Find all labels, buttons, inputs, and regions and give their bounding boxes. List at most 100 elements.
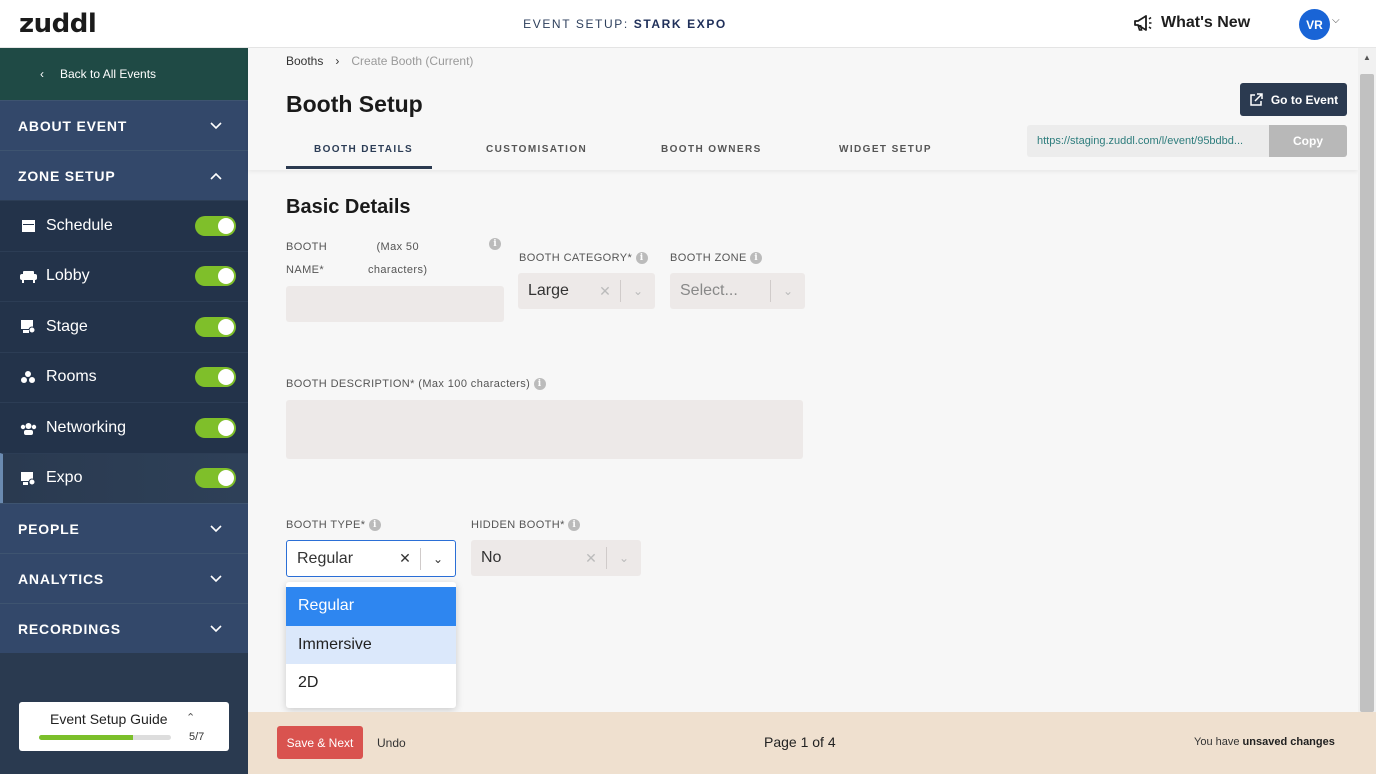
chevron-up-icon[interactable]: ⌃ [186,711,195,724]
back-to-all-events[interactable]: ‹ Back to All Events [0,48,248,100]
info-icon[interactable]: i [489,238,501,250]
booth-type-select[interactable]: Regular ✕ ⌄ [286,540,456,577]
sidebar-item-stage[interactable]: Stage [0,301,248,352]
sidebar-item-rooms[interactable]: Rooms [0,351,248,402]
user-avatar[interactable]: VR [1299,9,1330,40]
section-label: ZONE SETUP [18,167,116,184]
booth-name-label: BOOTH NAME* [286,236,327,282]
expo-toggle[interactable] [195,468,236,489]
breadcrumb-booths[interactable]: Booths [286,54,323,68]
sidebar-section-recordings[interactable]: RECORDINGS [0,603,248,653]
chevron-down-icon[interactable]: ⌄ [621,284,655,298]
sofa-icon [19,268,37,284]
active-tab-indicator [286,166,432,169]
option-regular[interactable]: Regular [286,587,456,626]
whats-new-button[interactable]: What's New [1133,14,1250,32]
booth-name-label-line1: BOOTH [286,241,328,253]
booth-zone-select[interactable]: Select... ⌄ [670,273,805,309]
info-icon[interactable]: i [368,519,381,532]
scroll-thumb[interactable] [1360,74,1374,712]
booth-type-menu: Regular Immersive 2D [286,582,456,708]
tab-booth-owners[interactable]: BOOTH OWNERS [661,144,762,155]
booth-name-label-line2: NAME* [286,264,325,276]
sidebar-section-about-event[interactable]: ABOUT EVENT [0,100,248,150]
info-icon[interactable]: i [750,252,763,265]
main-content: Booths › Create Booth (Current) Booth Se… [248,48,1376,712]
booth-type-label: BOOTH TYPE* i [286,514,381,537]
booth-category-select[interactable]: Large ✕ ⌄ [518,273,655,309]
unsaved-prefix: You have [1194,736,1240,748]
chevron-down-icon[interactable]: ⌄ [771,284,805,298]
chevron-down-icon[interactable]: ⌄ [421,552,455,566]
page-title: Booth Setup [286,91,423,117]
sidebar-item-schedule[interactable]: Schedule [0,200,248,251]
info-icon[interactable]: i [635,252,648,265]
footer-bar: Save & Next Undo Page 1 of 4 You have un… [248,712,1376,774]
booth-name-input[interactable] [286,286,504,322]
section-label: ABOUT EVENT [18,117,128,134]
event-setup-guide[interactable]: Event Setup Guide ⌃ 5/7 [19,702,229,751]
info-icon[interactable]: i [533,378,546,391]
booth-category-label-text: BOOTH CATEGORY* [519,252,633,264]
networking-toggle[interactable] [195,417,236,438]
breadcrumb-current: Create Booth (Current) [351,54,474,68]
option-immersive[interactable]: Immersive [286,625,456,664]
main-scrollbar[interactable]: ▲ [1358,48,1376,712]
tab-booth-details[interactable]: BOOTH DETAILS [314,144,413,155]
chevron-down-icon [210,574,222,582]
sidebar-item-networking[interactable]: Networking [0,402,248,453]
go-to-event-label: Go to Event [1270,92,1339,107]
top-bar: zuddl EVENT SETUP: STARK EXPO What's New… [0,0,1376,48]
booth-description-label: BOOTH DESCRIPTION* (Max 100 characters) … [286,373,546,396]
guide-progress-fill [39,735,134,740]
external-link-icon [1250,92,1263,106]
go-to-event-button[interactable]: Go to Event [1240,83,1347,116]
undo-button[interactable]: Undo [377,736,406,750]
chevron-down-icon [210,524,222,532]
sidebar-section-analytics[interactable]: ANALYTICS [0,553,248,603]
info-icon[interactable]: i [568,519,581,532]
clear-icon[interactable]: ✕ [576,550,606,567]
clear-icon[interactable]: ✕ [390,550,420,567]
breadcrumb: Booths › Create Booth (Current) [286,54,473,68]
clear-icon[interactable]: ✕ [590,283,620,300]
guide-title: Event Setup Guide [50,711,168,727]
stage-toggle[interactable] [195,316,236,337]
event-url-field[interactable]: https://staging.zuddl.com/l/event/95bdbd… [1027,125,1269,157]
hidden-booth-value: No [481,549,502,566]
booth-description-input[interactable] [286,400,803,459]
tab-widget-setup[interactable]: WIDGET SETUP [839,144,932,155]
page-indicator: Page 1 of 4 [764,734,836,750]
chevron-up-icon [210,172,222,180]
booth-description-label-text: BOOTH DESCRIPTION* (Max 100 characters) [286,378,531,390]
booth-type-label-text: BOOTH TYPE* [286,519,366,531]
booth-type-value: Regular [297,549,354,567]
sidebar-section-zone-setup[interactable]: ZONE SETUP [0,150,248,200]
page-header: Booths › Create Booth (Current) Booth Se… [248,48,1358,170]
sidebar-section-people[interactable]: PEOPLE [0,503,248,553]
booth-category-label: BOOTH CATEGORY* i [519,247,648,270]
option-2d[interactable]: 2D [286,664,456,703]
copy-url-button[interactable]: Copy [1269,125,1347,157]
hidden-booth-select[interactable]: No ✕ ⌄ [471,540,641,576]
booth-category-value: Large [528,282,569,299]
event-setup-title: EVENT SETUP: STARK EXPO [0,17,1250,31]
unsaved-bold: unsaved changes [1242,736,1335,748]
sidebar-item-lobby[interactable]: Lobby [0,250,248,301]
whats-new-label: What's New [1161,14,1251,31]
sidebar-item-label: Expo [46,469,83,487]
chevron-down-icon[interactable]: ⌵ [1332,15,1340,26]
rooms-icon [19,369,37,385]
schedule-toggle[interactable] [195,215,236,236]
rooms-toggle[interactable] [195,367,236,388]
chevron-right-icon: › [335,54,340,68]
sidebar: ‹ Back to All Events ABOUT EVENT ZONE SE… [0,48,248,774]
sidebar-item-label: Stage [46,317,88,335]
sidebar-item-label: Schedule [46,216,113,234]
chevron-down-icon[interactable]: ⌄ [607,551,641,565]
tab-customisation[interactable]: CUSTOMISATION [486,144,587,155]
lobby-toggle[interactable] [195,266,236,287]
scroll-up-icon[interactable]: ▲ [1363,53,1371,62]
save-next-button[interactable]: Save & Next [277,726,363,759]
sidebar-item-expo[interactable]: Expo [0,452,248,503]
